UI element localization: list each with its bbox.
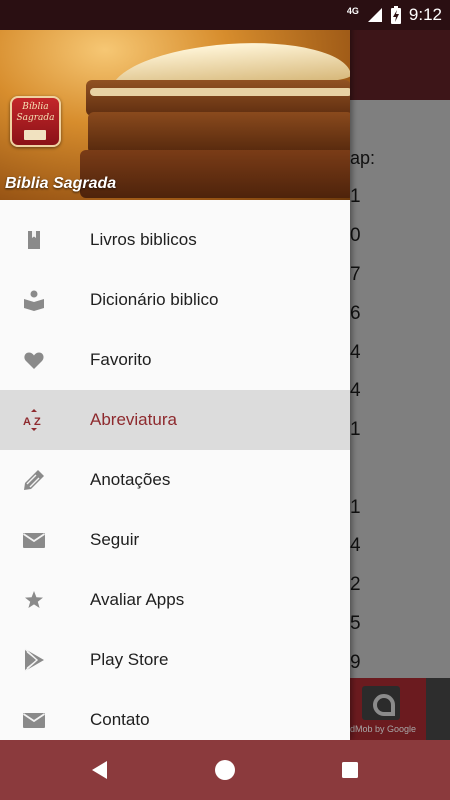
menu-item-dicionario-biblico[interactable]: Dicionário biblico	[0, 270, 350, 330]
background-number: 1	[350, 186, 361, 207]
recent-square-icon	[342, 762, 358, 778]
menu-label: Avaliar Apps	[90, 590, 185, 609]
ad-text: dMob by Google	[350, 724, 417, 734]
book-page-edge	[90, 88, 350, 96]
menu-label: Anotações	[90, 470, 171, 489]
menu-item-livros-biblicos[interactable]: Livros biblicos	[0, 210, 350, 270]
sort-az-icon: A Z	[22, 408, 46, 432]
menu-item-seguir[interactable]: Seguir	[0, 510, 350, 570]
background-number: 0	[350, 225, 361, 246]
admob-logo-icon	[362, 686, 400, 720]
menu-label: Contato	[90, 710, 150, 729]
recent-apps-button[interactable]	[335, 755, 365, 785]
menu-item-favorito[interactable]: Favorito	[0, 330, 350, 390]
app-logo: Bíblia Sagrada	[10, 96, 61, 147]
menu-label: Play Store	[90, 650, 169, 669]
mail-icon	[22, 708, 46, 732]
home-circle-icon	[215, 760, 235, 780]
battery-charging-icon	[390, 6, 401, 24]
book-stack-top	[86, 80, 350, 116]
background-number: 6	[350, 303, 361, 324]
play-store-icon	[22, 648, 46, 672]
book-stack-middle	[88, 112, 350, 154]
pencil-icon	[22, 468, 46, 492]
menu-label: Dicionário biblico	[90, 290, 219, 309]
menu-label: Abreviatura	[90, 410, 177, 429]
app-logo-text: Bíblia Sagrada	[16, 102, 55, 123]
background-number: 4	[350, 342, 361, 363]
background-number: 4	[350, 535, 361, 556]
mail-icon	[22, 528, 46, 552]
system-nav-bar	[0, 740, 450, 800]
back-triangle-icon	[92, 761, 107, 779]
background-number: 1	[350, 497, 361, 518]
menu-item-play-store[interactable]: Play Store	[0, 630, 350, 690]
svg-text:Z: Z	[34, 416, 41, 428]
reader-icon	[22, 288, 46, 312]
menu-label: Livros biblicos	[90, 230, 197, 249]
navigation-drawer: Bíblia Sagrada Biblia Sagrada Livros bib…	[0, 0, 350, 740]
background-number: 7	[350, 264, 361, 285]
menu-item-contato[interactable]: Contato	[0, 690, 350, 740]
signal-icon	[367, 8, 382, 22]
menu-label: Favorito	[90, 350, 152, 369]
menu-item-abreviatura[interactable]: A Z Abreviatura	[0, 390, 350, 450]
ad-side-panel	[426, 678, 450, 740]
back-button[interactable]	[85, 755, 115, 785]
background-number: 9	[350, 652, 361, 673]
status-bar: 4G 9:12	[0, 0, 450, 30]
svg-text:A: A	[23, 416, 31, 428]
home-button[interactable]	[210, 755, 240, 785]
status-icons: 4G 9:12	[347, 0, 442, 30]
status-time: 9:12	[408, 5, 442, 24]
book-icon	[24, 130, 46, 140]
drawer-menu: Livros biblicos Dicionário biblico Favor…	[0, 210, 350, 740]
bookmark-book-icon	[22, 228, 46, 252]
background-text: ap:	[350, 148, 376, 168]
background-number: 1	[350, 419, 361, 440]
star-icon	[22, 588, 46, 612]
menu-label: Seguir	[90, 530, 140, 549]
ad-banner[interactable]: dMob by Google	[350, 678, 450, 740]
menu-item-anotacoes[interactable]: Anotações	[0, 450, 350, 510]
book-stack-bottom	[80, 150, 350, 198]
heart-icon	[22, 348, 46, 372]
background-number: 5	[350, 613, 361, 634]
drawer-header: Bíblia Sagrada Biblia Sagrada	[0, 0, 350, 200]
background-number: 4	[350, 380, 361, 401]
network-type: 4G	[346, 6, 359, 16]
drawer-title: Biblia Sagrada	[5, 175, 117, 192]
menu-item-avaliar-apps[interactable]: Avaliar Apps	[0, 570, 350, 630]
background-number: 2	[350, 574, 361, 595]
